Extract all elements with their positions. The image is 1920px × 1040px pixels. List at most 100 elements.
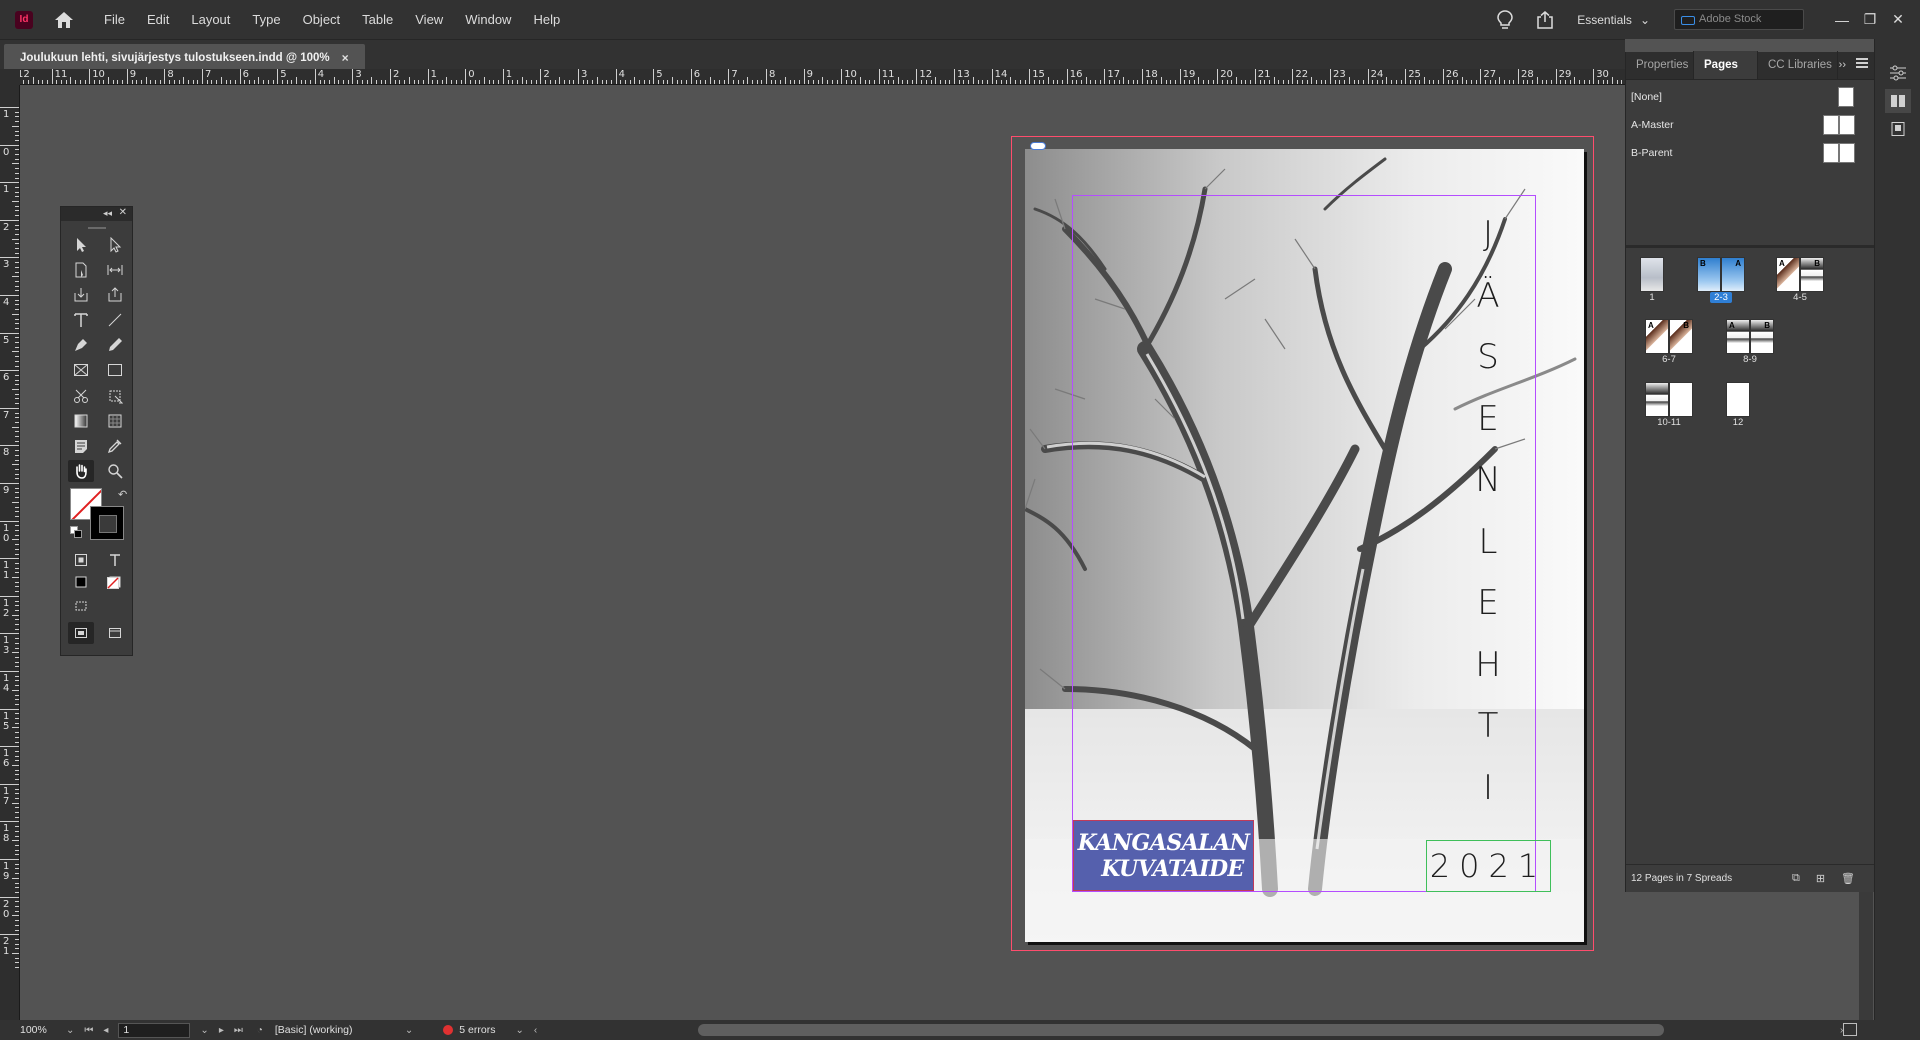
first-page-icon[interactable]: ⏮: [84, 1025, 93, 1036]
close-tab-button[interactable]: ×: [342, 51, 349, 65]
pen-tool-icon[interactable]: [68, 334, 94, 356]
swap-fill-stroke-icon[interactable]: ↶: [118, 488, 127, 501]
adobe-stock-search[interactable]: Adobe Stock: [1674, 9, 1804, 30]
delete-page-icon[interactable]: 🗑: [1841, 872, 1855, 885]
page-thumbnail[interactable]: A: [1776, 257, 1800, 292]
horizontal-scroll-thumb[interactable]: [698, 1024, 1664, 1036]
rectangle-tool-icon[interactable]: [102, 359, 128, 381]
master-none[interactable]: [None]: [1626, 85, 1875, 109]
page-number-field[interactable]: 1: [118, 1022, 191, 1038]
master-thumbnail[interactable]: [1823, 115, 1839, 135]
menu-layout[interactable]: Layout: [180, 12, 241, 27]
eyedropper-tool-icon[interactable]: [102, 435, 128, 457]
page-thumbnail[interactable]: [1640, 257, 1664, 292]
spread-4-5[interactable]: A B 4-5: [1776, 257, 1824, 303]
tab-cc-libraries[interactable]: CC Libraries: [1758, 51, 1838, 79]
menu-view[interactable]: View: [404, 12, 454, 27]
master-thumbnail[interactable]: [1839, 143, 1855, 163]
restore-button[interactable]: ❐: [1856, 11, 1884, 28]
menu-help[interactable]: Help: [522, 12, 571, 27]
tab-properties[interactable]: Properties: [1626, 51, 1694, 79]
page-thumbnail[interactable]: B: [1697, 257, 1721, 292]
cc-libraries-panel-icon[interactable]: [1885, 117, 1911, 141]
panel-menu-icon[interactable]: [1856, 58, 1868, 68]
page-tool-icon[interactable]: [68, 259, 94, 281]
menu-table[interactable]: Table: [351, 12, 404, 27]
gap-tool-icon[interactable]: [102, 259, 128, 281]
share-icon[interactable]: [1535, 10, 1555, 30]
page-thumbnail[interactable]: B: [1750, 319, 1774, 354]
gradient-swatch-tool-icon[interactable]: [68, 410, 94, 432]
page-thumbnail[interactable]: B: [1800, 257, 1824, 292]
gradient-feather-tool-icon[interactable]: [102, 410, 128, 432]
page-thumbnail[interactable]: A: [1721, 257, 1745, 292]
rectangle-frame-tool-icon[interactable]: [68, 359, 94, 381]
previous-page-icon[interactable]: ◂: [103, 1025, 108, 1036]
new-page-icon[interactable]: ⊞: [1816, 872, 1825, 885]
master-thumbnail[interactable]: [1839, 115, 1855, 135]
scroll-left-icon[interactable]: ‹: [534, 1025, 537, 1036]
selection-tool-icon[interactable]: [68, 234, 94, 256]
default-fill-stroke-icon[interactable]: [70, 526, 82, 538]
page-thumbnail[interactable]: [1669, 382, 1693, 417]
spread-10-11[interactable]: 10-11: [1645, 382, 1693, 428]
master-a[interactable]: A-Master: [1626, 113, 1875, 137]
vertical-ruler[interactable]: 10123456789101112131415161718192021: [0, 85, 20, 1020]
hand-tool-icon[interactable]: [68, 460, 94, 482]
properties-panel-icon[interactable]: [1885, 61, 1911, 85]
profile-dropdown-icon[interactable]: ⌄: [405, 1025, 413, 1036]
edit-page-size-icon[interactable]: ⧉: [1792, 872, 1800, 885]
collapse-icon[interactable]: ◂◂: [103, 208, 112, 219]
master-thumbnail[interactable]: [1838, 87, 1854, 107]
master-thumbnail[interactable]: [1823, 143, 1839, 163]
page-thumbnail[interactable]: [1645, 382, 1669, 417]
formatting-text-icon[interactable]: [102, 549, 128, 571]
zoom-dropdown-icon[interactable]: ⌄: [66, 1025, 74, 1036]
spread-6-7[interactable]: A B 6-7: [1645, 319, 1693, 365]
next-page-icon[interactable]: ▸: [219, 1025, 224, 1036]
horizontal-ruler[interactable]: 1211109876543210123456789101112131415161…: [20, 69, 1625, 85]
preview-view-icon[interactable]: [102, 622, 128, 644]
scissors-tool-icon[interactable]: [68, 385, 94, 407]
pencil-tool-icon[interactable]: [102, 334, 128, 356]
year-text-frame[interactable]: 2021: [1426, 840, 1551, 892]
stroke-swatch[interactable]: [90, 506, 124, 540]
panel-grip[interactable]: [87, 227, 106, 229]
menu-object[interactable]: Object: [292, 12, 352, 27]
panel-divider[interactable]: [1626, 245, 1875, 248]
tools-panel-header[interactable]: ◂◂ ✕: [61, 207, 132, 221]
split-window-icon[interactable]: [1843, 1023, 1857, 1036]
ruler-origin[interactable]: [0, 69, 20, 85]
page-thumbnail[interactable]: A: [1726, 319, 1750, 354]
line-tool-icon[interactable]: [102, 309, 128, 331]
vertical-title[interactable]: J Ä S E N L E H T I: [1466, 204, 1510, 819]
expand-panels-icon[interactable]: ››: [1839, 59, 1846, 71]
document-tab[interactable]: Joulukuun lehti, sivujärjestys tulostuks…: [4, 44, 365, 71]
minimize-button[interactable]: —: [1828, 12, 1856, 28]
apply-color-icon[interactable]: [68, 571, 94, 593]
zoom-tool-icon[interactable]: [102, 460, 128, 482]
menu-type[interactable]: Type: [241, 12, 291, 27]
preflight-errors[interactable]: 5 errors: [459, 1024, 495, 1036]
workspace-switcher[interactable]: Essentials ⌄: [1577, 13, 1650, 27]
vertical-scrollbar[interactable]: [1859, 892, 1873, 1020]
menu-file[interactable]: File: [93, 12, 136, 27]
note-tool-icon[interactable]: [68, 435, 94, 457]
menu-edit[interactable]: Edit: [136, 12, 180, 27]
preflight-profile[interactable]: [Basic] (working): [275, 1024, 395, 1036]
pages-panel-icon[interactable]: [1884, 89, 1911, 113]
last-page-icon[interactable]: ⏭: [234, 1025, 243, 1036]
menu-window[interactable]: Window: [454, 12, 522, 27]
master-b[interactable]: B-Parent: [1626, 141, 1875, 165]
formatting-container-icon[interactable]: [68, 549, 94, 571]
page-thumbnail[interactable]: [1726, 382, 1750, 417]
spread-12[interactable]: 12: [1726, 382, 1750, 428]
close-window-button[interactable]: ✕: [1884, 11, 1912, 28]
screen-mode-icon[interactable]: [68, 595, 94, 617]
spread-2-3[interactable]: B A 2-3: [1697, 257, 1745, 303]
lightbulb-icon[interactable]: [1495, 9, 1515, 31]
preflight-dropdown-icon[interactable]: ⌄: [515, 1025, 523, 1036]
frame-link-badge[interactable]: [1030, 142, 1046, 150]
direct-selection-tool-icon[interactable]: [102, 234, 128, 256]
zoom-level[interactable]: 100%: [20, 1024, 56, 1036]
